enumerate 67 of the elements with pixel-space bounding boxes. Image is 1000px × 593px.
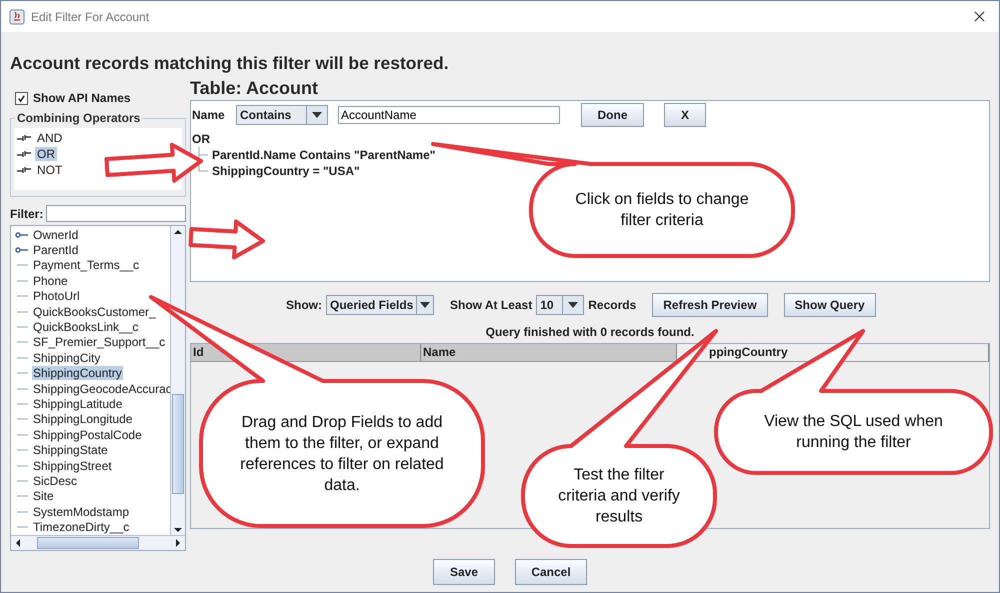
filter-label: Filter: xyxy=(10,206,44,220)
field-item[interactable]: ShippingStreet xyxy=(32,458,113,473)
callout-text: Test the filter criteria and verify results xyxy=(557,466,681,528)
caret-icon xyxy=(568,302,578,308)
field-item[interactable]: ShippingState xyxy=(32,443,109,458)
horizontal-scrollbar[interactable] xyxy=(11,535,185,550)
field-label: Name xyxy=(192,108,226,122)
callout-text: View the SQL used when running the filter xyxy=(763,412,944,453)
caret-icon xyxy=(420,302,430,308)
close-icon[interactable] xyxy=(974,11,985,22)
field-item[interactable]: ShippingCity xyxy=(32,350,102,365)
key-icon xyxy=(15,246,29,254)
field-item[interactable]: SF_Premier_Support__c xyxy=(32,335,166,350)
operator-item[interactable]: OR xyxy=(35,147,57,161)
vertical-scrollbar[interactable] xyxy=(170,226,185,536)
column-header[interactable]: Name xyxy=(423,345,456,359)
checkbox-label: Show API Names xyxy=(33,91,131,105)
field-item[interactable]: ParentId xyxy=(32,243,80,258)
show-label: Show: xyxy=(286,298,322,312)
column-header[interactable]: Id xyxy=(193,345,204,359)
field-item[interactable]: QuickBooksLink__c xyxy=(32,320,140,334)
field-item[interactable]: ShippingLongitude xyxy=(32,412,134,426)
field-item[interactable]: ShippingPostalCode xyxy=(32,428,143,442)
records-label: Records xyxy=(588,298,636,312)
field-item[interactable]: SicDesc xyxy=(32,474,78,488)
caret-icon xyxy=(312,112,322,118)
field-item[interactable]: PhotoUrl xyxy=(32,289,81,304)
criteria-operator[interactable]: OR xyxy=(192,132,988,147)
app-icon xyxy=(9,8,25,24)
criteria-item[interactable]: ParentId.Name Contains "ParentName" xyxy=(212,148,436,162)
key-icon xyxy=(15,230,29,239)
field-item[interactable]: QuickBooksCustomer_ xyxy=(32,304,157,319)
callout-text: Click on fields to change filter criteria xyxy=(574,190,750,231)
field-item[interactable]: ShippingLatitude xyxy=(32,396,124,411)
field-item[interactable]: Payment_Terms__c xyxy=(32,258,140,272)
field-item[interactable]: TimezoneDirty__c xyxy=(32,520,130,534)
operator-item[interactable]: AND xyxy=(35,131,64,145)
at-least-label: Show At Least xyxy=(450,298,532,312)
field-item[interactable]: ShippingGeocodeAccurac xyxy=(32,382,173,396)
field-item[interactable]: Site xyxy=(32,489,55,504)
callout-text: Drag and Drop Fields to add them to the filter, or expand references to filter on related data. xyxy=(239,412,445,496)
footer-button[interactable]: Cancel xyxy=(515,559,587,585)
field-item[interactable]: Phone xyxy=(32,274,69,288)
operator-icon xyxy=(17,166,31,174)
operator-dropdown[interactable]: Contains xyxy=(236,105,328,125)
window-title: Edit Filter For Account xyxy=(31,10,150,24)
value-field[interactable]: AccountName xyxy=(338,106,560,124)
editor-button[interactable]: Done xyxy=(581,103,644,127)
operator-icon xyxy=(17,134,31,142)
field-item[interactable]: SystemModstamp xyxy=(32,504,130,519)
panel-title: Combining Operators xyxy=(15,111,142,125)
editor-button[interactable]: X xyxy=(664,103,706,127)
field-item[interactable]: ShippingCountry xyxy=(32,366,123,380)
count-dropdown[interactable]: 10 xyxy=(536,295,584,315)
show-dropdown[interactable]: Queried Fields xyxy=(326,295,434,315)
heading: Account records matching this filter will be restored. xyxy=(10,53,450,74)
field-item[interactable]: OwnerId xyxy=(32,228,80,242)
status-text: Query finished with 0 records found. xyxy=(484,325,696,341)
operator-icon xyxy=(17,150,31,158)
footer-button[interactable]: Save xyxy=(433,559,495,585)
preview-button[interactable]: Refresh Preview xyxy=(652,293,768,317)
preview-button[interactable]: Show Query xyxy=(784,293,876,317)
operator-item[interactable]: NOT xyxy=(35,163,64,177)
criteria-item[interactable]: ShippingCountry = "USA" xyxy=(212,164,360,178)
filter-field[interactable] xyxy=(46,205,186,222)
checkbox[interactable] xyxy=(15,92,28,104)
table-title: Table: Account xyxy=(190,78,320,100)
